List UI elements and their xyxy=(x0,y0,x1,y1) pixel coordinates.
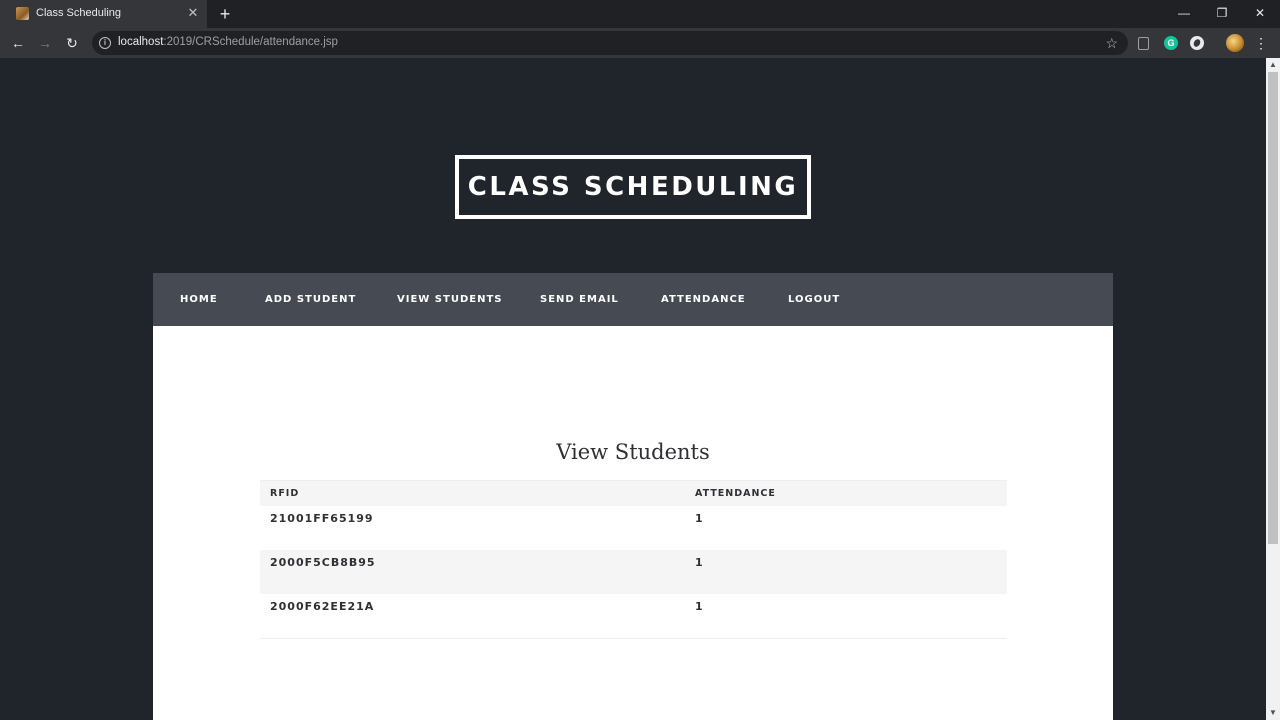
table-header-row: RFID ATTENDANCE xyxy=(260,480,1007,506)
browser-tab[interactable]: Class Scheduling ✕ xyxy=(0,0,207,28)
info-icon[interactable]: i xyxy=(99,37,111,49)
nav-item-attendance[interactable]: ATTENDANCE xyxy=(661,273,746,326)
scroll-down-arrow-icon[interactable]: ▼ xyxy=(1266,708,1280,718)
close-tab-icon[interactable]: ✕ xyxy=(186,5,200,21)
restore-icon[interactable]: ❐ xyxy=(1202,0,1242,28)
nav-item-send-email[interactable]: SEND EMAIL xyxy=(540,273,619,326)
page-viewport: CLASS SCHEDULING HOME ADD STUDENT VIEW S… xyxy=(0,58,1266,720)
url-host: localhost xyxy=(118,36,164,48)
main-content: View Students RFID ATTENDANCE 21001FF651… xyxy=(153,326,1113,720)
browser-menu-icon[interactable]: ⋮ xyxy=(1254,33,1268,53)
browser-toolbar: ← → ↻ i localhost:2019/CRSchedule/attend… xyxy=(0,28,1280,58)
profile-avatar[interactable] xyxy=(1226,34,1244,52)
tab-title: Class Scheduling xyxy=(36,7,121,19)
back-icon[interactable]: ← xyxy=(8,33,28,53)
scrollbar-thumb[interactable] xyxy=(1268,72,1278,544)
table-divider xyxy=(260,638,1007,639)
column-header-rfid: RFID xyxy=(270,488,300,499)
scroll-up-arrow-icon[interactable]: ▲ xyxy=(1266,60,1280,70)
extension-circle-icon[interactable] xyxy=(1190,36,1204,50)
table-row: 2000F5CB8B95 1 xyxy=(260,550,1007,594)
main-navbar: HOME ADD STUDENT VIEW STUDENTS SEND EMAI… xyxy=(153,273,1113,326)
reload-icon[interactable]: ↻ xyxy=(62,33,82,53)
extension-doc-icon[interactable] xyxy=(1138,37,1149,50)
table-row: 21001FF65199 1 xyxy=(260,506,1007,550)
bookmark-star-icon[interactable]: ☆ xyxy=(1105,34,1118,52)
minimize-icon[interactable]: — xyxy=(1164,0,1204,28)
table-row: 2000F62EE21A 1 xyxy=(260,594,1007,638)
cell-rfid: 21001FF65199 xyxy=(270,512,374,525)
nav-item-add-student[interactable]: ADD STUDENT xyxy=(265,273,356,326)
grammarly-extension-icon[interactable]: G xyxy=(1164,36,1178,50)
browser-tabstrip: Class Scheduling ✕ + — ❐ ✕ xyxy=(0,0,1280,28)
url-path: :2019/CRSchedule/attendance.jsp xyxy=(163,36,338,48)
close-window-icon[interactable]: ✕ xyxy=(1240,0,1280,28)
site-title: CLASS SCHEDULING xyxy=(455,155,811,219)
address-bar[interactable]: i localhost:2019/CRSchedule/attendance.j… xyxy=(92,31,1128,55)
new-tab-icon[interactable]: + xyxy=(216,4,234,24)
column-header-attendance: ATTENDANCE xyxy=(695,488,776,499)
cell-rfid: 2000F62EE21A xyxy=(270,600,375,613)
attendance-table: RFID ATTENDANCE 21001FF65199 1 2000F5CB8… xyxy=(260,480,1007,639)
page-heading: View Students xyxy=(556,440,710,464)
url-text[interactable]: localhost:2019/CRSchedule/attendance.jsp xyxy=(118,36,338,48)
cell-attendance: 1 xyxy=(695,600,704,613)
nav-item-home[interactable]: HOME xyxy=(180,273,218,326)
page-scrollbar[interactable]: ▲ ▼ xyxy=(1266,58,1280,720)
cell-attendance: 1 xyxy=(695,512,704,525)
nav-item-view-students[interactable]: VIEW STUDENTS xyxy=(397,273,502,326)
favicon-icon xyxy=(16,7,29,20)
forward-icon[interactable]: → xyxy=(35,33,55,53)
cell-rfid: 2000F5CB8B95 xyxy=(270,556,376,569)
cell-attendance: 1 xyxy=(695,556,704,569)
nav-item-logout[interactable]: LOGOUT xyxy=(788,273,840,326)
